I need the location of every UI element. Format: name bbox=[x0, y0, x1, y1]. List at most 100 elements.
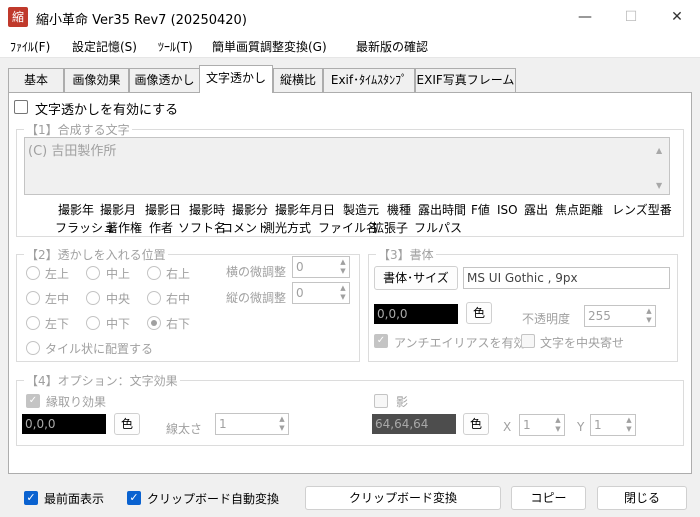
keyword-day[interactable]: 撮影日 bbox=[145, 200, 181, 220]
radio-center-label: 中央 bbox=[106, 292, 131, 306]
line-width-label: 線太さ bbox=[166, 422, 203, 436]
h-adjust-spinner-icon[interactable]: ▲ ▼ bbox=[337, 258, 349, 276]
shadow-x-label: X bbox=[503, 420, 512, 434]
keyword-month[interactable]: 撮影月 bbox=[100, 200, 136, 220]
radio-top-center-label: 中上 bbox=[106, 267, 131, 281]
copy-button[interactable]: コピー bbox=[511, 486, 586, 510]
radio-bottom-left-label: 左下 bbox=[45, 317, 70, 331]
scroll-up-icon[interactable]: ▲ bbox=[656, 146, 662, 155]
clipboard-convert-button[interactable]: クリップボード変換 bbox=[305, 486, 501, 510]
keyword-model[interactable]: 機種 bbox=[387, 200, 411, 220]
keyword-lens[interactable]: レンズ型番 bbox=[612, 200, 672, 220]
outline-checkbox[interactable]: ✓ bbox=[26, 394, 40, 408]
topmost-label: 最前面表示 bbox=[44, 492, 105, 506]
radio-middle-left[interactable] bbox=[26, 291, 40, 305]
radio-bottom-center-label: 中下 bbox=[106, 317, 131, 331]
menu-tools[interactable]: ﾂｰﾙ(T) bbox=[158, 38, 193, 55]
keyword-extension[interactable]: 拡張子 bbox=[372, 218, 408, 238]
close-window-button[interactable]: ✕ bbox=[654, 0, 700, 34]
window-title: 縮小革命 Ver35 Rev7 (20250420) bbox=[36, 13, 247, 28]
tab-aspect[interactable]: 縦横比 bbox=[273, 68, 323, 92]
outline-color-swatch: 0,0,0 bbox=[22, 414, 106, 434]
keyword-hour[interactable]: 撮影時 bbox=[189, 200, 225, 220]
menu-quality[interactable]: 簡単画質調整変換(G) bbox=[212, 38, 327, 55]
watermark-text-input[interactable]: (C) 吉田製作所 bbox=[24, 137, 670, 195]
font-size-button[interactable]: 書体･サイズ bbox=[374, 266, 458, 290]
topmost-checkbox[interactable]: ✓ bbox=[24, 491, 38, 505]
enable-checkbox[interactable] bbox=[14, 100, 28, 114]
keyword-iso[interactable]: ISO bbox=[497, 200, 518, 220]
keyword-author[interactable]: 作者 bbox=[149, 218, 173, 238]
tab-image-effect[interactable]: 画像効果 bbox=[64, 68, 129, 92]
scroll-down-icon[interactable]: ▼ bbox=[656, 181, 662, 190]
tab-image-watermark[interactable]: 画像透かし bbox=[129, 68, 200, 92]
center-text-checkbox[interactable] bbox=[521, 334, 535, 348]
antialias-checkbox[interactable]: ✓ bbox=[374, 334, 388, 348]
keyword-exposure-time[interactable]: 露出時間 bbox=[418, 200, 466, 220]
keyword-fullpath[interactable]: フルパス bbox=[414, 218, 462, 238]
tab-basic[interactable]: 基本 bbox=[8, 68, 64, 92]
shadow-color-button[interactable]: 色 bbox=[463, 413, 489, 435]
close-button[interactable]: 閉じる bbox=[597, 486, 687, 510]
menu-update[interactable]: 最新版の確認 bbox=[356, 38, 428, 55]
clipboard-auto-label: クリップボード自動変換 bbox=[147, 492, 280, 506]
radio-top-left[interactable] bbox=[26, 266, 40, 280]
radio-bottom-right-label: 右下 bbox=[166, 317, 191, 331]
keyword-filename[interactable]: ファイル名 bbox=[318, 218, 378, 238]
keyword-date[interactable]: 撮影年月日 bbox=[275, 200, 335, 220]
opacity-label: 不透明度 bbox=[522, 312, 571, 326]
group-text-title: 【1】合成する文字 bbox=[24, 121, 132, 138]
shadow-y-label: Y bbox=[577, 420, 585, 434]
radio-middle-right[interactable] bbox=[147, 291, 161, 305]
radio-bottom-left[interactable] bbox=[26, 316, 40, 330]
keyword-maker[interactable]: 製造元 bbox=[343, 200, 379, 220]
keyword-minute[interactable]: 撮影分 bbox=[232, 200, 268, 220]
radio-middle-left-label: 左中 bbox=[45, 292, 70, 306]
opacity-spinner-icon[interactable]: ▲ ▼ bbox=[643, 307, 655, 325]
radio-middle-right-label: 右中 bbox=[166, 292, 191, 306]
radio-top-right[interactable] bbox=[147, 266, 161, 280]
keyword-fnumber[interactable]: F値 bbox=[471, 200, 490, 220]
group-position-title: 【2】透かしを入れる位置 bbox=[24, 246, 168, 263]
tab-exif-timestamp[interactable]: Exif･ﾀｲﾑｽﾀﾝﾌﾟ bbox=[323, 68, 415, 92]
maximize-button[interactable]: ☐ bbox=[608, 0, 654, 34]
keyword-metering[interactable]: 測光方式 bbox=[263, 218, 311, 238]
shadow-color-swatch: 64,64,64 bbox=[372, 414, 456, 434]
outline-color-button[interactable]: 色 bbox=[114, 413, 140, 435]
group-font-title: 【3】書体 bbox=[376, 246, 436, 263]
menu-file[interactable]: ﾌｧｲﾙ(F) bbox=[10, 38, 50, 55]
v-adjust-spinner-icon[interactable]: ▲ ▼ bbox=[337, 284, 349, 302]
radio-bottom-right[interactable] bbox=[147, 316, 161, 330]
shadow-x-spinner-icon[interactable]: ▲ ▼ bbox=[552, 416, 564, 434]
line-width-spinner-icon[interactable]: ▲ ▼ bbox=[276, 415, 288, 433]
menu-settings[interactable]: 設定記憶(S) bbox=[72, 38, 137, 55]
keyword-software[interactable]: ソフト名 bbox=[178, 218, 226, 238]
radio-top-center[interactable] bbox=[86, 266, 100, 280]
radio-center[interactable] bbox=[86, 291, 100, 305]
font-value-field: MS UI Gothic , 9px bbox=[463, 267, 670, 289]
radio-top-left-label: 左上 bbox=[45, 267, 70, 281]
tab-text-watermark[interactable]: 文字透かし bbox=[199, 65, 273, 93]
shadow-checkbox[interactable] bbox=[374, 394, 388, 408]
minimize-button[interactable]: — bbox=[562, 0, 608, 34]
keyword-comment[interactable]: コメント bbox=[221, 218, 269, 238]
outline-label: 縁取り効果 bbox=[46, 395, 107, 409]
keyword-year[interactable]: 撮影年 bbox=[58, 200, 94, 220]
keyword-copyright[interactable]: 著作権 bbox=[106, 218, 142, 238]
radio-top-right-label: 右上 bbox=[166, 267, 191, 281]
clipboard-auto-checkbox[interactable]: ✓ bbox=[127, 491, 141, 505]
radio-tile[interactable] bbox=[26, 341, 40, 355]
font-color-button[interactable]: 色 bbox=[466, 302, 492, 324]
font-color-swatch: 0,0,0 bbox=[374, 304, 458, 324]
tab-exif-frame[interactable]: EXIF写真フレーム bbox=[415, 68, 516, 92]
keyword-focal-length[interactable]: 焦点距離 bbox=[555, 200, 603, 220]
shadow-y-spinner-icon[interactable]: ▲ ▼ bbox=[623, 416, 635, 434]
v-adjust-label: 縦の微調整 bbox=[226, 291, 287, 305]
radio-bottom-center[interactable] bbox=[86, 316, 100, 330]
keyword-exposure[interactable]: 露出 bbox=[524, 200, 548, 220]
antialias-label: アンチエイリアスを有効 bbox=[394, 336, 526, 350]
radio-tile-label: タイル状に配置する bbox=[45, 342, 154, 356]
h-adjust-label: 横の微調整 bbox=[226, 265, 287, 279]
enable-label: 文字透かしを有効にする bbox=[35, 103, 179, 118]
group-effects-title: 【4】オプション：文字効果 bbox=[24, 372, 180, 389]
